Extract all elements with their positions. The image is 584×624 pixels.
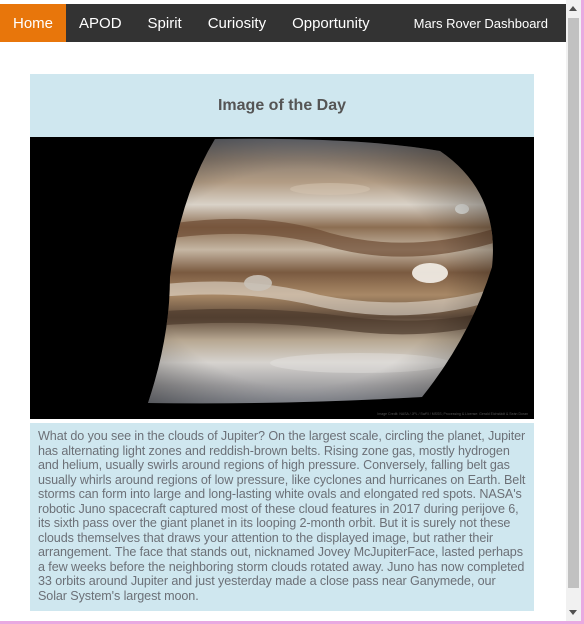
scroll-thumb[interactable]: [568, 18, 579, 588]
scroll-down-icon[interactable]: [569, 610, 577, 615]
nav-apod[interactable]: APOD: [66, 4, 135, 42]
scroll-up-icon[interactable]: [569, 6, 577, 11]
image-caption-panel: What do you see in the clouds of Jupiter…: [30, 423, 534, 611]
vertical-scrollbar[interactable]: [566, 0, 581, 621]
nav-opportunity[interactable]: Opportunity: [279, 4, 383, 42]
apod-image: Image Credit: NASA / JPL / SwRI / MSSS; …: [30, 137, 534, 419]
nav-home[interactable]: Home: [0, 4, 67, 42]
image-of-day-header: Image of the Day: [30, 74, 534, 137]
nav-curiosity[interactable]: Curiosity: [195, 4, 279, 42]
image-credit: Image Credit: NASA / JPL / SwRI / MSSS; …: [377, 412, 528, 416]
nav-spirit[interactable]: Spirit: [135, 4, 195, 42]
browser-window: Home APOD Spirit Curiosity Opportunity M…: [0, 0, 581, 621]
image-caption: What do you see in the clouds of Jupiter…: [38, 429, 526, 603]
top-navbar: Home APOD Spirit Curiosity Opportunity M…: [0, 4, 566, 42]
card-title: Image of the Day: [217, 96, 347, 114]
jupiter-image: Image Credit: NASA / JPL / SwRI / MSSS; …: [30, 137, 534, 419]
brand-title: Mars Rover Dashboard: [413, 15, 548, 31]
